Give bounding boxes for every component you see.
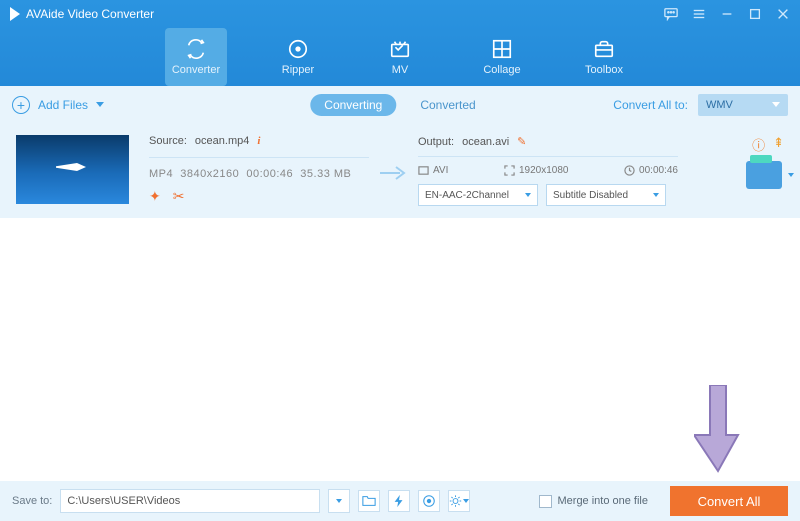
info-icon[interactable]: i xyxy=(257,135,260,147)
tab-converted[interactable]: Converted xyxy=(406,94,489,116)
nav-collage[interactable]: Collage xyxy=(471,28,533,86)
nav-label: Toolbox xyxy=(585,64,623,76)
add-files-button[interactable]: + Add Files xyxy=(12,96,104,114)
nav-ripper[interactable]: Ripper xyxy=(267,28,329,86)
chevron-down-icon xyxy=(653,193,659,197)
source-filename: ocean.mp4 xyxy=(195,135,249,147)
output-format-select[interactable]: WMV xyxy=(698,94,788,116)
edit-icon[interactable]: ✎ xyxy=(517,135,526,148)
toolbar: + Add Files Converting Converted Convert… xyxy=(0,86,800,123)
convert-all-button[interactable]: Convert All xyxy=(670,486,788,516)
merge-label: Merge into one file xyxy=(558,495,649,507)
main-navbar: Converter Ripper MV Collage Toolbox xyxy=(0,28,800,86)
chevron-down-icon xyxy=(336,499,342,503)
file-item: Source: ocean.mp4 i MP4 3840x2160 00:00:… xyxy=(0,123,800,218)
merge-checkbox[interactable] xyxy=(539,495,552,508)
nav-label: MV xyxy=(392,64,409,76)
footer-bar: Save to: Merge into one file Convert All xyxy=(0,481,800,521)
tutorial-arrow-icon xyxy=(694,385,742,473)
convert-all-to-label: Convert All to: xyxy=(613,98,688,112)
chevron-down-icon xyxy=(525,193,531,197)
plus-icon: + xyxy=(12,96,30,114)
source-meta: MP4 3840x2160 00:00:46 35.33 MB xyxy=(149,157,369,180)
nav-toolbox[interactable]: Toolbox xyxy=(573,28,635,86)
subtitle-select-value: Subtitle Disabled xyxy=(553,190,628,201)
hardware-accel-button[interactable] xyxy=(388,490,410,512)
warning-icon[interactable]: ⓘ xyxy=(752,135,765,154)
nav-mv[interactable]: MV xyxy=(369,28,431,86)
subtitle-select[interactable]: Subtitle Disabled xyxy=(546,184,666,206)
save-to-label: Save to: xyxy=(12,495,52,507)
open-folder-button[interactable] xyxy=(358,490,380,512)
app-title: AVAide Video Converter xyxy=(26,7,154,21)
settings-button[interactable] xyxy=(448,490,470,512)
app-logo-icon xyxy=(10,7,20,21)
resolution-icon xyxy=(504,165,515,176)
output-label: Output: xyxy=(418,136,454,148)
save-path-input[interactable] xyxy=(60,489,320,513)
close-icon[interactable] xyxy=(776,7,790,21)
chevron-down-icon xyxy=(96,102,104,107)
nav-label: Ripper xyxy=(282,64,314,76)
chevron-down-icon[interactable] xyxy=(788,173,794,177)
audio-select-value: EN-AAC-2Channel xyxy=(425,190,509,201)
cut-icon[interactable]: ✂ xyxy=(173,188,185,205)
video-icon xyxy=(418,165,429,176)
maximize-icon[interactable] xyxy=(748,7,762,21)
toolbox-icon xyxy=(593,38,615,60)
add-files-label: Add Files xyxy=(38,98,88,112)
nav-label: Collage xyxy=(483,64,520,76)
converter-icon xyxy=(185,38,207,60)
output-filename: ocean.avi xyxy=(462,136,509,148)
chevron-down-icon xyxy=(463,499,469,503)
path-dropdown-button[interactable] xyxy=(328,489,350,513)
feedback-icon[interactable] xyxy=(664,7,678,21)
enhance-icon[interactable]: ✦ xyxy=(149,188,161,205)
output-meta: AVI 1920x1080 00:00:46 xyxy=(418,156,678,176)
ripper-icon xyxy=(287,38,309,60)
nav-label: Converter xyxy=(172,64,220,76)
nav-converter[interactable]: Converter xyxy=(165,28,227,86)
minimize-icon[interactable] xyxy=(720,7,734,21)
clock-icon xyxy=(624,165,635,176)
high-speed-button[interactable] xyxy=(418,490,440,512)
format-selected-value: WMV xyxy=(706,99,733,111)
source-label: Source: xyxy=(149,135,187,147)
chevron-down-icon xyxy=(772,102,780,107)
menu-icon[interactable] xyxy=(692,7,706,21)
video-thumbnail[interactable] xyxy=(16,135,129,204)
compress-icon[interactable]: ⇞ xyxy=(773,135,784,154)
audio-track-select[interactable]: EN-AAC-2Channel xyxy=(418,184,538,206)
convert-arrow-icon xyxy=(380,165,408,186)
tab-converting[interactable]: Converting xyxy=(310,94,396,116)
mv-icon xyxy=(389,38,411,60)
titlebar: AVAide Video Converter xyxy=(0,0,800,28)
collage-icon xyxy=(491,38,513,60)
output-profile-button[interactable] xyxy=(746,161,782,189)
